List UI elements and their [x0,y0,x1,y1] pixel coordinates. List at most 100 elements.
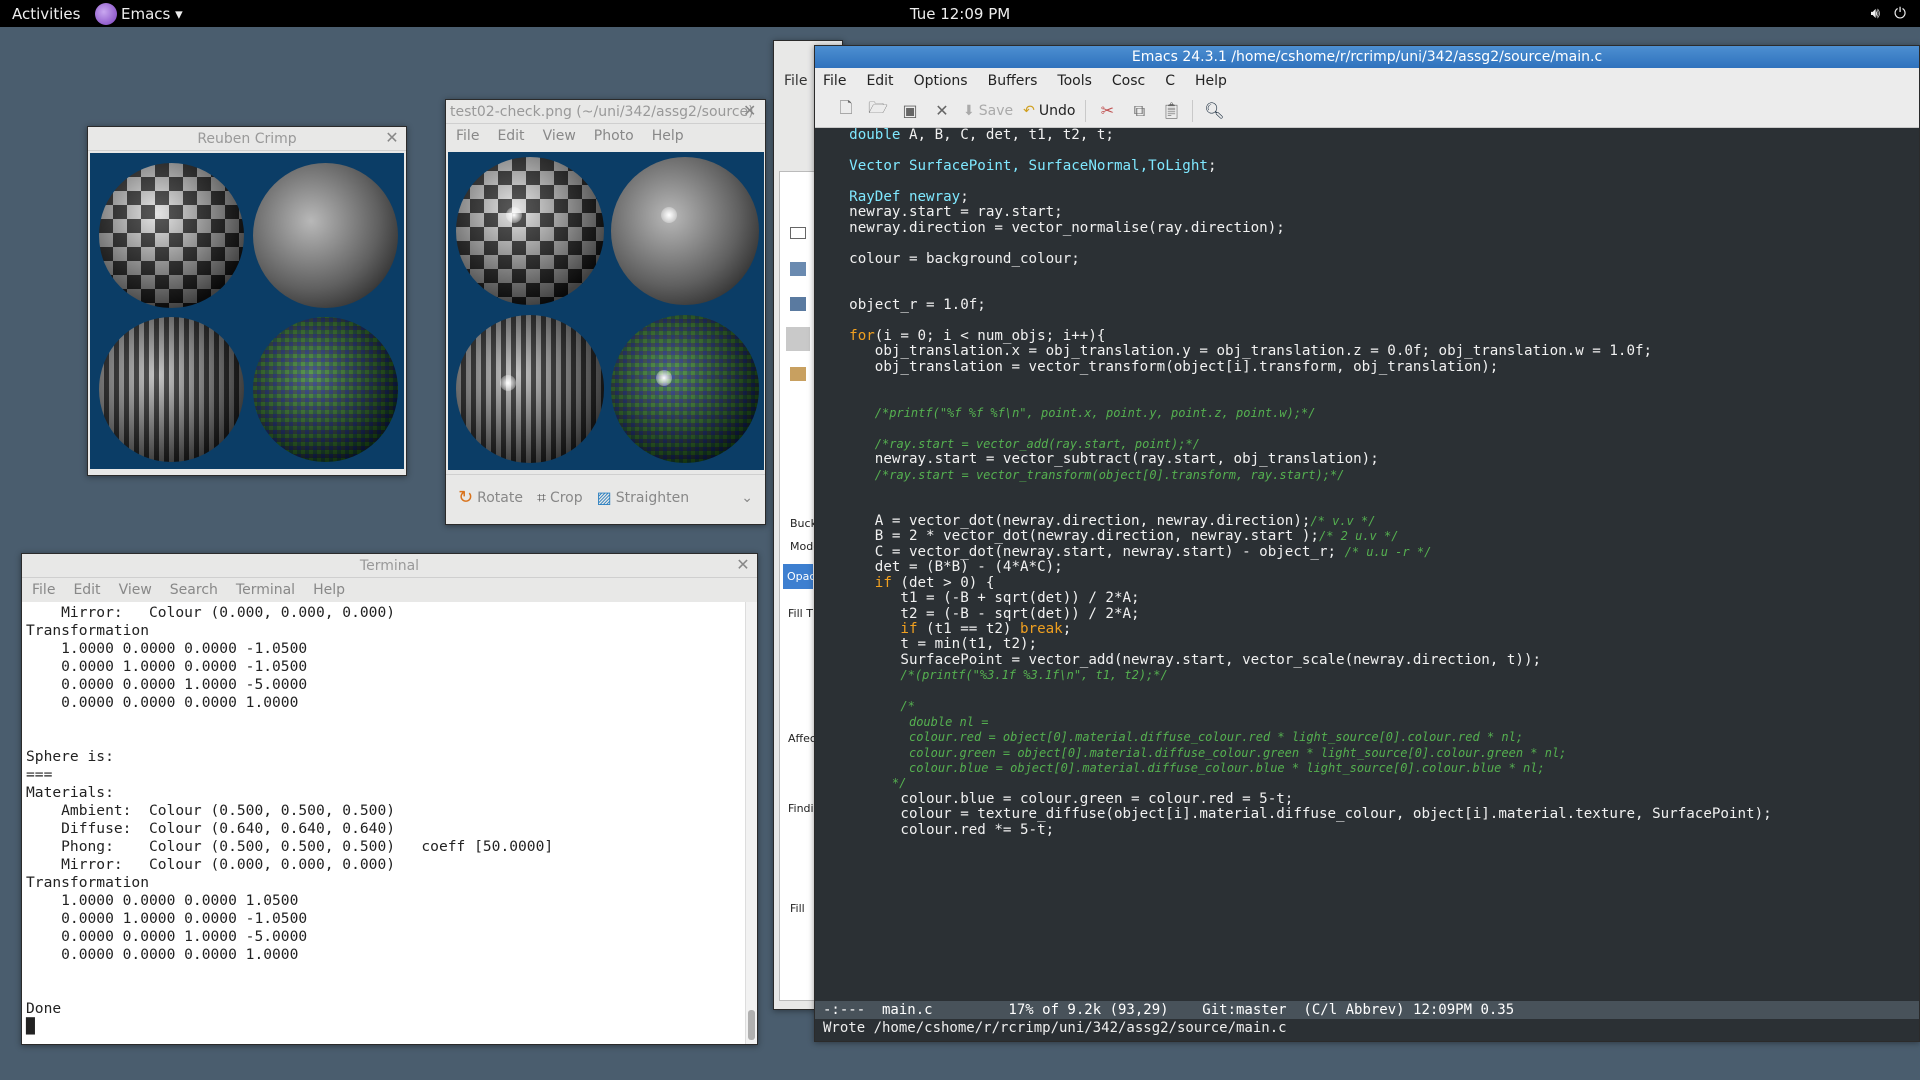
terminal-titlebar[interactable]: Terminal ✕ [22,554,757,578]
code-token: obj_translation.x = obj_translation.y = … [815,343,1653,360]
minibuffer[interactable]: Wrote /home/cshome/r/rcrimp/uni/342/assg… [815,1019,1919,1037]
terminal-line: Ambient: Colour (0.500, 0.500, 0.500) [26,802,396,819]
terminal-menu-search[interactable]: Search [170,582,218,598]
terminal-menu-terminal[interactable]: Terminal [236,582,295,598]
paste-icon[interactable]: 📋︎ [1160,100,1182,122]
close-buffer-icon[interactable]: ✕ [931,100,953,122]
tool-icon[interactable] [790,227,806,239]
chevron-down-icon[interactable]: ⌄ [741,490,753,506]
code-token: /* v.v */ [1310,513,1376,528]
emacs-menu-file[interactable]: File [823,73,846,89]
terminal-line: 0.0000 0.0000 1.0000 -5.0000 [26,676,308,693]
code-line: */ [815,776,1919,791]
code-line: colour = background_colour; [815,251,1919,267]
straighten-button[interactable]: ▨ Straighten [597,488,689,507]
close-icon[interactable]: ✕ [743,103,759,119]
viewer-title: test02-check.png (~/uni/342/assg2/source… [450,104,754,120]
plaid-sphere [253,317,398,462]
viewer-titlebar[interactable]: test02-check.png (~/uni/342/assg2/source… [446,100,765,124]
code-token: det = (B*B) - (4*A*C); [815,559,1063,576]
terminal-line: Transformation [26,874,150,891]
emacs-menu-buffers[interactable]: Buffers [988,73,1038,89]
render-window-titlebar[interactable]: Reuben Crimp ✕ [88,127,406,151]
top-bar: Activities Emacs ▾ Tue 12:09 PM 🔊︎ ⏻ [0,0,1920,27]
open-folder-icon[interactable]: 🗁 [867,98,889,122]
terminal-scrollbar[interactable] [745,602,757,1044]
code-token: /* [900,699,915,714]
copy-icon[interactable]: ⧉ [1128,100,1150,122]
image-viewer-window: test02-check.png (~/uni/342/assg2/source… [445,99,766,525]
code-editor[interactable]: double A, B, C, det, t1, t2, t; Vector S… [815,128,1919,1001]
save-icon: ⬇ [963,102,975,119]
code-token: newray.direction = vector_normalise(ray.… [815,219,1285,236]
code-line: /*ray.start = vector_transform(object[0]… [815,468,1919,483]
volume-icon[interactable]: 🔊︎ [1871,4,1880,22]
viewer-menu-help[interactable]: Help [652,128,684,144]
terminal-line: 0.0000 1.0000 0.0000 -1.0500 [26,910,308,927]
terminal-line: 0.0000 1.0000 0.0000 -1.0500 [26,658,308,675]
rotate-label: Rotate [477,489,523,506]
save-disk-icon[interactable]: ▣ [899,100,921,122]
save-button[interactable]: ⬇ Save [963,103,1013,119]
code-line: /*printf("%f %f %f\n", point.x, point.y,… [815,406,1919,421]
new-file-icon[interactable]: 🗋 [835,98,857,122]
viewer-menu-edit[interactable]: Edit [497,128,524,144]
plaid-sphere [611,315,759,463]
emacs-menu-help[interactable]: Help [1195,73,1227,89]
code-token: ; [1207,157,1217,174]
code-line: newray.start = vector_subtract(ray.start… [815,451,1919,467]
code-line: colour.blue = colour.green = colour.red … [815,791,1919,807]
code-token: RayDef [849,188,901,205]
tool-icon[interactable] [790,367,806,381]
scrollbar-thumb[interactable] [748,1010,755,1040]
system-tray[interactable]: 🔊︎ ⏻ [1871,4,1906,22]
cut-icon[interactable]: ✂ [1096,100,1118,122]
viewer-menu-photo[interactable]: Photo [594,128,634,144]
partial-label-5: Findi [788,802,814,815]
emacs-menu-cosc[interactable]: Cosc [1112,73,1145,89]
code-token: newray.start = ray.start; [815,204,1063,221]
emacs-title: Emacs 24.3.1 /home/cshome/r/rcrimp/uni/3… [1131,49,1603,65]
terminal-menu-view[interactable]: View [119,582,152,598]
power-icon[interactable]: ⏻ [1894,4,1906,22]
code-token: SurfacePoint = vector_add(newray.start, … [815,651,1542,668]
terminal-output[interactable]: Mirror: Colour (0.000, 0.000, 0.000) Tran… [22,602,745,1044]
terminal-line: Done [26,1000,62,1017]
code-token: colour = texture_diffuse(object[i].mater… [815,806,1772,823]
clock[interactable]: Tue 12:09 PM [0,5,1920,23]
terminal-menu-file[interactable]: File [32,582,55,598]
close-icon[interactable]: ✕ [735,557,751,573]
partial-menu-file[interactable]: File [784,73,807,89]
emacs-menu-tools[interactable]: Tools [1057,73,1092,89]
tool-icon[interactable] [786,327,810,351]
tool-icon[interactable] [790,297,806,311]
partial-label-2[interactable]: Opac [783,564,815,589]
close-icon[interactable]: ✕ [384,130,400,146]
terminal-menu-edit[interactable]: Edit [73,582,100,598]
rotate-button[interactable]: ↻ Rotate [458,487,523,508]
code-token: t = min(t1, t2); [815,636,1038,653]
code-line: colour.red = object[0].material.diffuse_… [815,730,1919,745]
code-line: A = vector_dot(newray.direction, newray.… [815,513,1919,529]
viewer-menu-file[interactable]: File [456,128,479,144]
code-token: */ [891,776,907,791]
search-icon[interactable]: 🔍︎ [1203,100,1225,122]
tool-icon[interactable] [790,262,806,276]
emacs-menu-c[interactable]: C [1165,73,1175,89]
terminal-menu-help[interactable]: Help [313,582,345,598]
emacs-menu-edit[interactable]: Edit [866,73,893,89]
specular-highlight [661,207,677,223]
code-line: object_r = 1.0f; [815,297,1919,313]
emacs-titlebar[interactable]: Emacs 24.3.1 /home/cshome/r/rcrimp/uni/3… [815,46,1919,68]
viewer-menu-view[interactable]: View [543,128,576,144]
undo-button[interactable]: ↶ Undo [1023,103,1075,119]
crop-button[interactable]: ⌗ Crop [537,488,583,508]
emacs-menu-options[interactable]: Options [914,73,968,89]
straighten-icon: ▨ [596,488,612,507]
